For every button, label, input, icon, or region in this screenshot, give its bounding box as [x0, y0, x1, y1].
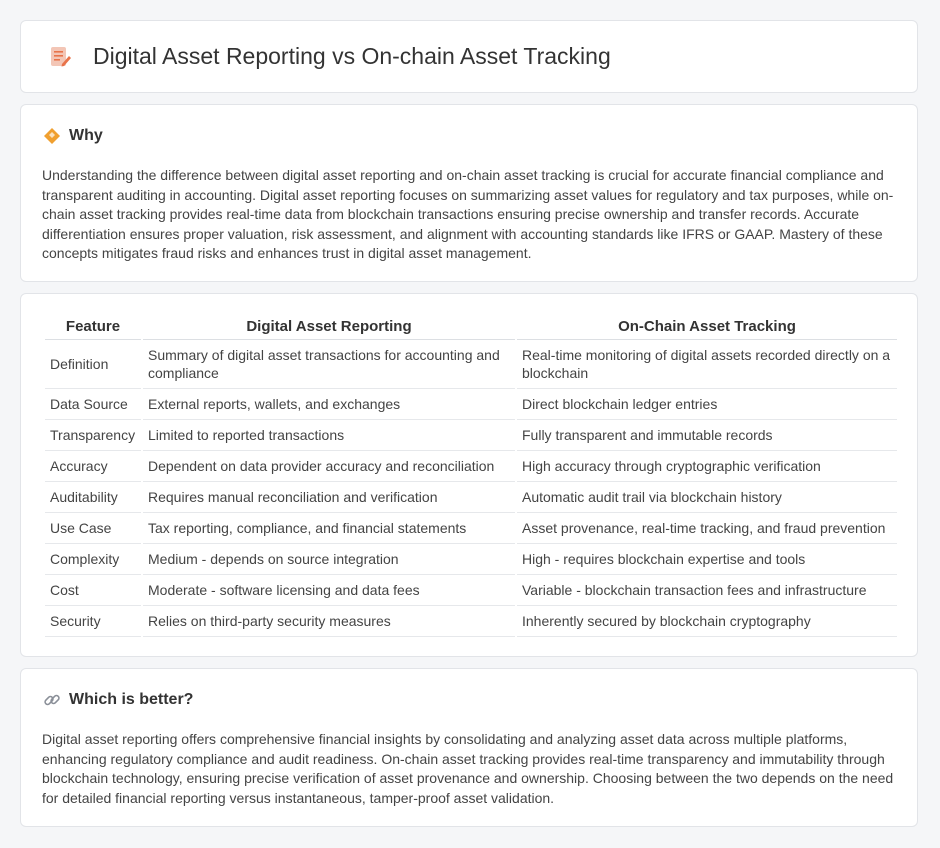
feature-cell: Complexity: [45, 544, 141, 575]
which-is-better-card: Which is better? Digital asset reporting…: [20, 668, 918, 827]
document-pencil-icon: [47, 44, 73, 70]
comparison-table: Feature Digital Asset Reporting On-Chain…: [43, 314, 899, 637]
diamond-icon: [43, 127, 61, 145]
header-digital-asset-reporting: Digital Asset Reporting: [143, 314, 515, 340]
feature-cell: Auditability: [45, 482, 141, 513]
tracking-cell: Fully transparent and immutable records: [517, 420, 897, 451]
reporting-cell: Dependent on data provider accuracy and …: [143, 451, 515, 482]
reporting-cell: Moderate - software licensing and data f…: [143, 575, 515, 606]
title-card: Digital Asset Reporting vs On-chain Asse…: [20, 20, 918, 93]
table-row: Use Case Tax reporting, compliance, and …: [45, 513, 897, 544]
table-row: Transparency Limited to reported transac…: [45, 420, 897, 451]
table-row: Cost Moderate - software licensing and d…: [45, 575, 897, 606]
reporting-cell: Tax reporting, compliance, and financial…: [143, 513, 515, 544]
table-row: Definition Summary of digital asset tran…: [45, 340, 897, 389]
feature-cell: Transparency: [45, 420, 141, 451]
feature-cell: Data Source: [45, 389, 141, 420]
feature-cell: Security: [45, 606, 141, 637]
tracking-cell: Asset provenance, real-time tracking, an…: [517, 513, 897, 544]
feature-cell: Accuracy: [45, 451, 141, 482]
tracking-cell: Real-time monitoring of digital assets r…: [517, 340, 897, 389]
tracking-cell: Inherently secured by blockchain cryptog…: [517, 606, 897, 637]
tracking-cell: Variable - blockchain transaction fees a…: [517, 575, 897, 606]
table-row: Auditability Requires manual reconciliat…: [45, 482, 897, 513]
which-is-better-heading: Which is better?: [69, 691, 194, 708]
page-title: Digital Asset Reporting vs On-chain Asse…: [93, 43, 611, 69]
header-on-chain-asset-tracking: On-Chain Asset Tracking: [517, 314, 897, 340]
which-is-better-text: Digital asset reporting offers comprehen…: [42, 731, 894, 806]
table-row: Complexity Medium - depends on source in…: [45, 544, 897, 575]
reporting-cell: Limited to reported transactions: [143, 420, 515, 451]
comparison-card: Feature Digital Asset Reporting On-Chain…: [20, 293, 918, 657]
feature-cell: Use Case: [45, 513, 141, 544]
reporting-cell: Medium - depends on source integration: [143, 544, 515, 575]
table-row: Data Source External reports, wallets, a…: [45, 389, 897, 420]
feature-cell: Cost: [45, 575, 141, 606]
why-text: Understanding the difference between dig…: [42, 167, 894, 261]
why-card: Why Understanding the difference between…: [20, 104, 918, 282]
tracking-cell: Automatic audit trail via blockchain his…: [517, 482, 897, 513]
feature-cell: Definition: [45, 340, 141, 389]
tracking-cell: Direct blockchain ledger entries: [517, 389, 897, 420]
reporting-cell: Relies on third-party security measures: [143, 606, 515, 637]
why-heading: Why: [69, 127, 103, 144]
header-feature: Feature: [45, 314, 141, 340]
link-icon: [43, 691, 61, 709]
reporting-cell: Requires manual reconciliation and verif…: [143, 482, 515, 513]
reporting-cell: External reports, wallets, and exchanges: [143, 389, 515, 420]
table-row: Accuracy Dependent on data provider accu…: [45, 451, 897, 482]
table-row: Security Relies on third-party security …: [45, 606, 897, 637]
reporting-cell: Summary of digital asset transactions fo…: [143, 340, 515, 389]
tracking-cell: High - requires blockchain expertise and…: [517, 544, 897, 575]
tracking-cell: High accuracy through cryptographic veri…: [517, 451, 897, 482]
table-header-row: Feature Digital Asset Reporting On-Chain…: [45, 314, 897, 340]
